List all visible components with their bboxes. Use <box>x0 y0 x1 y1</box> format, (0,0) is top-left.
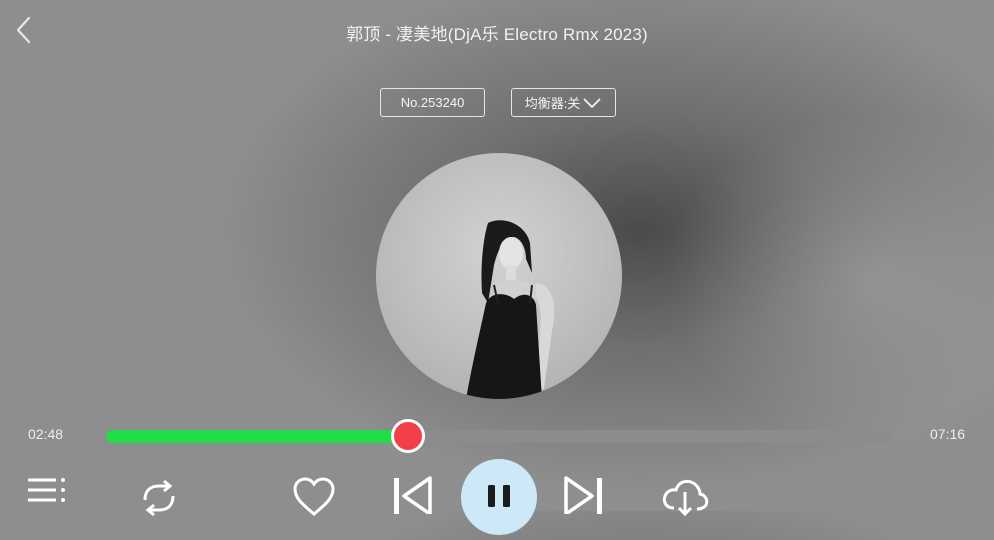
album-cover <box>376 153 622 399</box>
download-icon <box>662 479 709 517</box>
equalizer-button[interactable]: 均衡器:关 <box>511 88 616 117</box>
play-pause-button[interactable] <box>461 459 537 535</box>
progress-thumb[interactable] <box>390 419 425 453</box>
download-button[interactable] <box>660 478 710 523</box>
elapsed-time: 02:48 <box>28 426 64 442</box>
total-time: 07:16 <box>930 426 966 442</box>
song-number-badge[interactable]: No.253240 <box>380 88 485 117</box>
song-number-label: No.253240 <box>400 95 465 110</box>
playlist-button[interactable] <box>26 476 68 521</box>
pause-icon <box>488 485 510 507</box>
repeat-icon <box>143 479 175 517</box>
artist-photo <box>466 220 555 399</box>
favorite-button[interactable] <box>292 476 336 521</box>
heart-icon <box>293 477 335 516</box>
chevron-down-icon <box>583 97 601 108</box>
next-button[interactable] <box>562 474 606 519</box>
equalizer-label: 均衡器:关 <box>524 96 581 111</box>
playlist-icon <box>28 478 65 502</box>
song-title: 郭顶 - 凄美地(DjA乐 Electro Rmx 2023) <box>346 25 648 44</box>
previous-button[interactable] <box>390 474 434 519</box>
next-icon <box>564 476 602 516</box>
previous-icon <box>394 476 432 516</box>
progress-fill <box>106 430 408 443</box>
repeat-button[interactable] <box>137 478 181 523</box>
progress-bar[interactable] <box>106 419 890 453</box>
